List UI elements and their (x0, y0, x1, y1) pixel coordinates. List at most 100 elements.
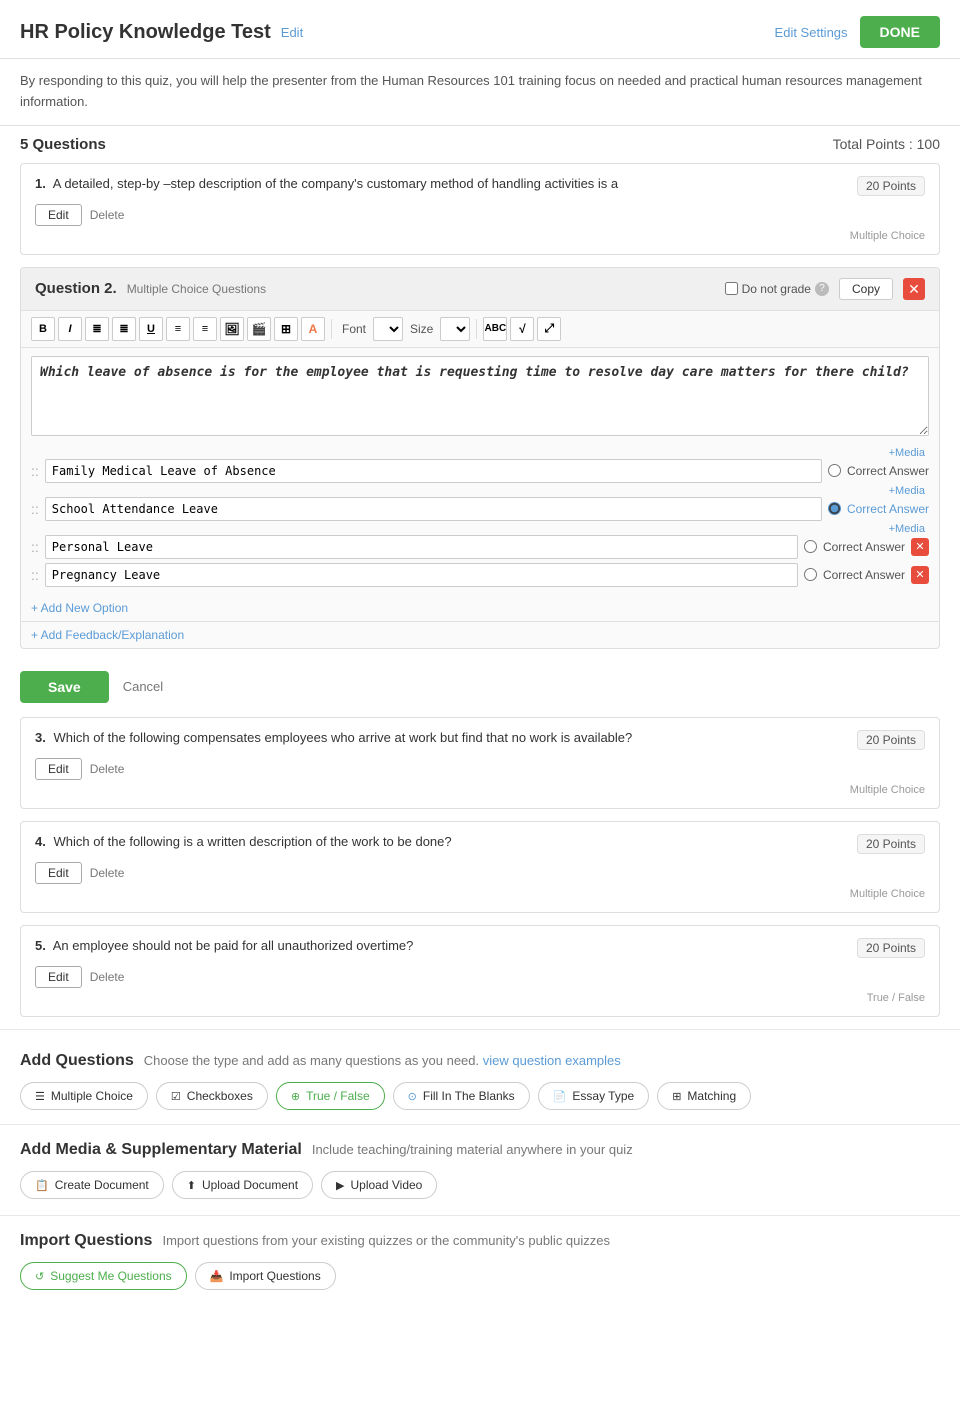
option-media-link-3[interactable]: +Media (31, 523, 929, 535)
add-matching-button[interactable]: Matching (657, 1082, 751, 1110)
delete-question-1-link[interactable]: Delete (90, 208, 125, 222)
question-points-4: 20 Points (857, 834, 925, 854)
edit-question-3-button[interactable]: Edit (35, 758, 82, 780)
spell-check-button[interactable]: ABC (483, 317, 507, 341)
drag-handle-4[interactable]: :: (31, 567, 39, 583)
edit-question-5-button[interactable]: Edit (35, 966, 82, 988)
option-input-2[interactable] (45, 497, 822, 521)
add-essay-button[interactable]: Essay Type (538, 1082, 650, 1110)
done-button[interactable]: DONE (860, 16, 940, 48)
correct-radio-3[interactable] (804, 540, 817, 553)
essay-label: Essay Type (572, 1089, 634, 1103)
correct-label-4: Correct Answer (823, 568, 905, 582)
option-input-3[interactable] (45, 535, 798, 559)
suggest-icon (35, 1269, 44, 1283)
close-editor-button[interactable]: ✕ (903, 278, 925, 300)
add-multiple-choice-button[interactable]: Multiple Choice (20, 1082, 148, 1110)
question-item-4: 4. Which of the following is a written d… (20, 821, 940, 913)
delete-question-5-link[interactable]: Delete (90, 970, 125, 984)
question-num-3: 3. (35, 730, 46, 745)
match-icon (672, 1089, 681, 1103)
upload-document-button[interactable]: Upload Document (172, 1171, 313, 1199)
match-label: Matching (687, 1089, 736, 1103)
title-edit-link[interactable]: Edit (281, 25, 303, 40)
cancel-link[interactable]: Cancel (123, 679, 163, 694)
correct-label-3: Correct Answer (823, 540, 905, 554)
table-button[interactable]: ⊞ (274, 317, 298, 341)
question-points-3: 20 Points (857, 730, 925, 750)
question-textarea[interactable]: Which leave of absence is for the employ… (31, 356, 929, 436)
question-editor-2: Question 2. Multiple Choice Questions Do… (20, 267, 940, 649)
do-not-grade-label: Do not grade (742, 282, 811, 296)
add-truefalse-button[interactable]: True / False (276, 1082, 385, 1110)
media-button[interactable]: 🎬 (247, 317, 271, 341)
question-num-4: 4. (35, 834, 46, 849)
bold-button[interactable]: B (31, 317, 55, 341)
correct-radio-1[interactable] (828, 464, 841, 477)
drag-handle-2[interactable]: :: (31, 501, 39, 517)
remove-option-3-button[interactable]: ✕ (911, 538, 929, 556)
option-input-1[interactable] (45, 459, 822, 483)
question-points-5: 20 Points (857, 938, 925, 958)
underline-button[interactable]: U (139, 317, 163, 341)
save-button[interactable]: Save (20, 671, 109, 703)
suggest-questions-button[interactable]: Suggest Me Questions (20, 1262, 187, 1290)
edit-question-1-button[interactable]: Edit (35, 204, 82, 226)
delete-question-3-link[interactable]: Delete (90, 762, 125, 776)
add-questions-section: Add Questions Choose the type and add as… (0, 1034, 960, 1120)
correct-radio-2[interactable] (828, 502, 841, 515)
feedback-link[interactable]: + Add Feedback/Explanation (21, 621, 939, 648)
fill-label: Fill In The Blanks (423, 1089, 515, 1103)
add-questions-desc: Choose the type and add as many question… (144, 1053, 621, 1068)
add-option-link[interactable]: + Add New Option (21, 595, 939, 621)
formula-button[interactable]: √ (510, 317, 534, 341)
help-icon[interactable]: ? (815, 282, 829, 296)
ul-button[interactable]: ≣ (112, 317, 136, 341)
drag-handle-1[interactable]: :: (31, 463, 39, 479)
image-button[interactable]: 🖼 (220, 317, 244, 341)
option-media-link-2[interactable]: +Media (31, 485, 929, 497)
cb-label: Checkboxes (187, 1089, 253, 1103)
size-select[interactable] (440, 317, 470, 341)
tf-label: True / False (306, 1089, 370, 1103)
font-label: Font (338, 322, 370, 336)
question-type-1: Multiple Choice (35, 230, 925, 242)
import-questions-section: Import Questions Import questions from y… (0, 1220, 960, 1302)
option-input-4[interactable] (45, 563, 798, 587)
correct-radio-4[interactable] (804, 568, 817, 581)
mc-icon (35, 1089, 45, 1103)
question-type-5: True / False (35, 992, 925, 1004)
question-type-4: Multiple Choice (35, 888, 925, 900)
total-points: Total Points : 100 (833, 136, 940, 152)
save-bar: Save Cancel (0, 661, 960, 717)
remove-option-4-button[interactable]: ✕ (911, 566, 929, 584)
view-examples-link[interactable]: view question examples (483, 1053, 621, 1068)
delete-question-4-link[interactable]: Delete (90, 866, 125, 880)
add-media-desc: Include teaching/training material anywh… (312, 1142, 633, 1157)
italic-button[interactable]: I (58, 317, 82, 341)
do-not-grade-wrap: Do not grade ? (725, 282, 829, 296)
do-not-grade-checkbox[interactable] (725, 282, 738, 295)
add-checkboxes-button[interactable]: Checkboxes (156, 1082, 268, 1110)
divider-1 (0, 1029, 960, 1030)
upload-video-button[interactable]: Upload Video (321, 1171, 437, 1199)
upload-icon (187, 1178, 196, 1192)
copy-button[interactable]: Copy (839, 278, 893, 300)
option-row-3: +Media :: Correct Answer ✕ (31, 523, 929, 559)
create-document-button[interactable]: Create Document (20, 1171, 164, 1199)
option-media-link-1[interactable]: +Media (31, 447, 929, 459)
import-questions-button[interactable]: Import Questions (195, 1262, 336, 1290)
font-select[interactable] (373, 317, 403, 341)
add-fill-blanks-button[interactable]: Fill In The Blanks (393, 1082, 530, 1110)
align-right-button[interactable]: ≡ (193, 317, 217, 341)
edit-settings-link[interactable]: Edit Settings (775, 25, 848, 40)
ol-button[interactable]: ≣ (85, 317, 109, 341)
color-button[interactable]: A (301, 317, 325, 341)
doc-icon (35, 1178, 49, 1192)
align-left-button[interactable]: ≡ (166, 317, 190, 341)
questions-count: 5 Questions (20, 136, 106, 153)
drag-handle-3[interactable]: :: (31, 539, 39, 555)
edit-question-4-button[interactable]: Edit (35, 862, 82, 884)
suggest-label: Suggest Me Questions (50, 1269, 171, 1283)
expand-button[interactable]: ⤢ (537, 317, 561, 341)
